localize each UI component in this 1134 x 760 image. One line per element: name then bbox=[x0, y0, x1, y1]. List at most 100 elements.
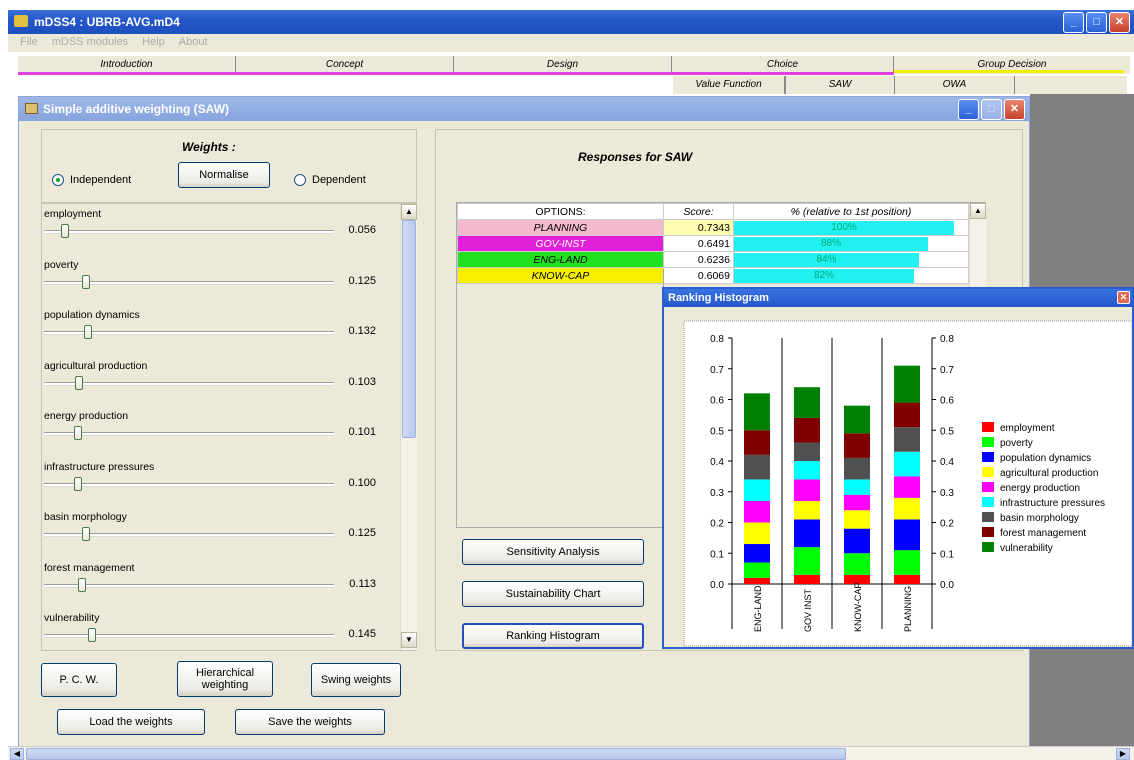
bar-segment bbox=[794, 417, 820, 443]
legend-label: employment bbox=[1000, 423, 1055, 434]
y-tick-label-left: 0.3 bbox=[710, 488, 724, 499]
options-table: OPTIONS: Score: % (relative to 1st posit… bbox=[457, 203, 969, 284]
option-row[interactable]: PLANNING 0.7343 100% bbox=[457, 219, 969, 236]
options-scroll-up-icon[interactable]: ▲ bbox=[970, 203, 986, 219]
criterion-slider-track[interactable] bbox=[44, 230, 334, 233]
criterion-slider-thumb[interactable] bbox=[75, 375, 83, 390]
criterion-slider-thumb[interactable] bbox=[61, 224, 69, 238]
tab-value-function[interactable]: Value Function bbox=[673, 76, 785, 94]
bar-segment bbox=[894, 550, 920, 575]
option-row[interactable]: KNOW-CAP 0.6069 82% bbox=[457, 267, 969, 284]
histogram-close-icon[interactable]: ✕ bbox=[1117, 291, 1130, 304]
bar-segment bbox=[794, 442, 820, 461]
independent-radio[interactable] bbox=[52, 174, 64, 186]
horizontal-scroll-thumb[interactable] bbox=[26, 748, 846, 760]
group-tab-underline bbox=[894, 70, 1124, 73]
bar-segment bbox=[744, 544, 770, 563]
menu-bar: File mDSS modules Help About bbox=[8, 34, 1134, 52]
menu-mdss-modules[interactable]: mDSS modules bbox=[52, 36, 128, 52]
criterion-slider-track[interactable] bbox=[44, 432, 334, 435]
option-name: GOV-INST bbox=[457, 235, 664, 252]
maximize-button[interactable]: □ bbox=[1086, 12, 1107, 33]
criterion-slider-thumb[interactable] bbox=[74, 426, 82, 440]
normalise-button[interactable]: Normalise bbox=[178, 162, 270, 188]
bar-segment bbox=[744, 562, 770, 578]
responses-heading: Responses for SAW bbox=[578, 150, 693, 164]
histogram-title: Ranking Histogram bbox=[668, 292, 769, 304]
menu-file[interactable]: File bbox=[20, 36, 38, 52]
bar-segment bbox=[844, 553, 870, 575]
criterion-label: energy production bbox=[44, 410, 129, 422]
bar-segment bbox=[844, 457, 870, 480]
tab-saw[interactable]: SAW bbox=[785, 76, 895, 94]
sensitivity-analysis-button[interactable]: Sensitivity Analysis bbox=[462, 539, 644, 565]
criteria-scrollbar[interactable]: ▲ ▼ bbox=[400, 204, 417, 650]
menu-about[interactable]: About bbox=[179, 36, 208, 52]
independent-option[interactable]: Independent bbox=[52, 174, 131, 186]
load-weights-button[interactable]: Load the weights bbox=[57, 709, 205, 735]
ranking-histogram-button[interactable]: Ranking Histogram bbox=[462, 623, 644, 649]
x-tick-label: ENG-LAND bbox=[753, 585, 763, 632]
header-options: OPTIONS: bbox=[457, 203, 664, 220]
bar-segment bbox=[744, 479, 770, 501]
criterion-label: agricultural production bbox=[44, 359, 148, 372]
criterion-value: 0.132 bbox=[348, 325, 376, 337]
app-icon bbox=[14, 15, 28, 27]
criterion-label: basin morphology bbox=[44, 511, 127, 523]
saw-maximize-button[interactable]: □ bbox=[981, 99, 1002, 120]
pcw-button[interactable]: P. C. W. bbox=[41, 663, 117, 697]
y-tick-label-left: 0.6 bbox=[710, 396, 724, 407]
criterion-label: forest management bbox=[44, 561, 135, 574]
scroll-right-icon[interactable]: ▶ bbox=[1116, 748, 1130, 760]
y-tick-label-left: 0.5 bbox=[710, 426, 724, 437]
minimize-button[interactable]: _ bbox=[1063, 12, 1084, 33]
y-tick-label-left: 0.4 bbox=[710, 457, 724, 468]
hierarchical-weighting-button[interactable]: Hierarchical weighting bbox=[177, 661, 273, 697]
criterion-slider-thumb[interactable] bbox=[78, 577, 86, 592]
criterion-slider-thumb[interactable] bbox=[88, 628, 96, 642]
criterion-slider-thumb[interactable] bbox=[82, 527, 90, 541]
bar-segment bbox=[794, 547, 820, 575]
bar-segment bbox=[744, 522, 770, 545]
criterion-label: poverty bbox=[44, 258, 79, 271]
horizontal-scrollbar[interactable]: ◀ ▶ bbox=[8, 746, 1134, 760]
criteria-list: employment 0.056 poverty 0.125 population dy… bbox=[42, 204, 400, 650]
criterion-slider-track[interactable] bbox=[44, 583, 334, 587]
bar-segment bbox=[744, 454, 770, 480]
option-row[interactable]: ENG-LAND 0.6236 84% bbox=[457, 251, 969, 268]
save-weights-button[interactable]: Save the weights bbox=[235, 709, 385, 735]
criterion-slider-thumb[interactable] bbox=[74, 476, 82, 491]
dependent-radio[interactable] bbox=[294, 174, 306, 186]
scroll-up-icon[interactable]: ▲ bbox=[401, 204, 417, 220]
app-title: mDSS4 : UBRB-AVG.mD4 bbox=[34, 15, 180, 29]
app-title-bar: mDSS4 : UBRB-AVG.mD4 _ □ ✕ bbox=[8, 10, 1134, 34]
legend-swatch bbox=[982, 452, 994, 462]
dependent-option[interactable]: Dependent bbox=[294, 174, 366, 186]
criterion-row: infrastructure pressures 0.100 bbox=[42, 461, 400, 509]
scroll-left-icon[interactable]: ◀ bbox=[10, 748, 24, 760]
option-row[interactable]: GOV-INST 0.6491 88% bbox=[457, 235, 969, 252]
legend-label: poverty bbox=[1000, 438, 1033, 449]
sustainability-chart-button[interactable]: Sustainability Chart bbox=[462, 581, 644, 607]
criterion-slider-thumb[interactable] bbox=[84, 325, 92, 339]
criterion-slider-thumb[interactable] bbox=[82, 274, 90, 289]
saw-close-button[interactable]: ✕ bbox=[1004, 99, 1025, 120]
y-tick-label-right: 0.1 bbox=[940, 549, 954, 560]
saw-minimize-button[interactable]: _ bbox=[958, 99, 979, 120]
saw-title: Simple additive weighting (SAW) bbox=[43, 102, 230, 116]
tab-owa[interactable]: OWA bbox=[895, 76, 1015, 94]
criterion-slider-track[interactable] bbox=[44, 482, 334, 486]
criterion-slider-track[interactable] bbox=[44, 381, 334, 385]
legend-label: forest management bbox=[1000, 528, 1086, 539]
option-percent: 84% bbox=[816, 253, 837, 265]
scroll-thumb[interactable] bbox=[402, 220, 416, 438]
criterion-row: forest management 0.113 bbox=[42, 562, 400, 610]
swing-weights-button[interactable]: Swing weights bbox=[311, 663, 401, 697]
legend-swatch bbox=[982, 482, 994, 492]
scroll-down-icon[interactable]: ▼ bbox=[401, 632, 417, 648]
legend-label: energy production bbox=[1000, 483, 1080, 494]
close-button[interactable]: ✕ bbox=[1109, 12, 1130, 33]
bar-segment bbox=[794, 479, 820, 501]
menu-help[interactable]: Help bbox=[142, 36, 165, 52]
header-percent: % (relative to 1st position) bbox=[733, 203, 969, 220]
